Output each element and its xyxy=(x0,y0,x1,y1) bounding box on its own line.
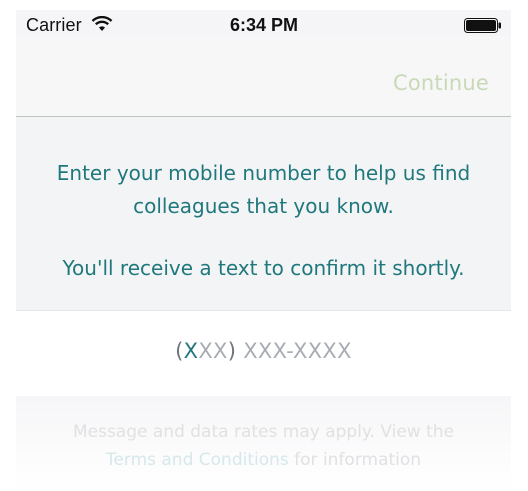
phone-area: (XXX) XXX-XXXX xyxy=(16,311,511,396)
disclaimer-text: Message and data rates may apply. View t… xyxy=(72,422,455,442)
close-paren: ) xyxy=(227,339,237,363)
app-window: Continue Enter your mobile number to hel… xyxy=(16,10,511,491)
status-time: 6:34 PM xyxy=(229,15,299,35)
status-bar: Carrier 6:34 PM xyxy=(0,0,528,36)
continue-button[interactable]: Continue xyxy=(393,71,489,95)
terms-link[interactable]: Terms and Conditions xyxy=(106,450,289,470)
disclaimer: Message and data rates may apply. View t… xyxy=(16,396,511,491)
disclaimer-text-after: for information xyxy=(288,450,422,470)
nav-bar: Continue xyxy=(16,36,511,117)
info-instruction: Enter your mobile number to help us find… xyxy=(56,161,471,218)
phone-area-rest: XX xyxy=(198,339,228,363)
phone-rest: XXX-XXXX xyxy=(236,339,352,363)
open-paren: ( xyxy=(175,339,184,363)
phone-number-input[interactable]: (XXX) XXX-XXXX xyxy=(16,339,511,363)
battery-icon xyxy=(464,18,501,33)
info-confirmation: You'll receive a text to confirm it shor… xyxy=(62,256,465,280)
phone-first-char: X xyxy=(183,339,199,363)
screen: Carrier 6:34 PM Continue Enter your mobi… xyxy=(0,0,528,491)
info-panel: Enter your mobile number to help us find… xyxy=(16,117,511,311)
